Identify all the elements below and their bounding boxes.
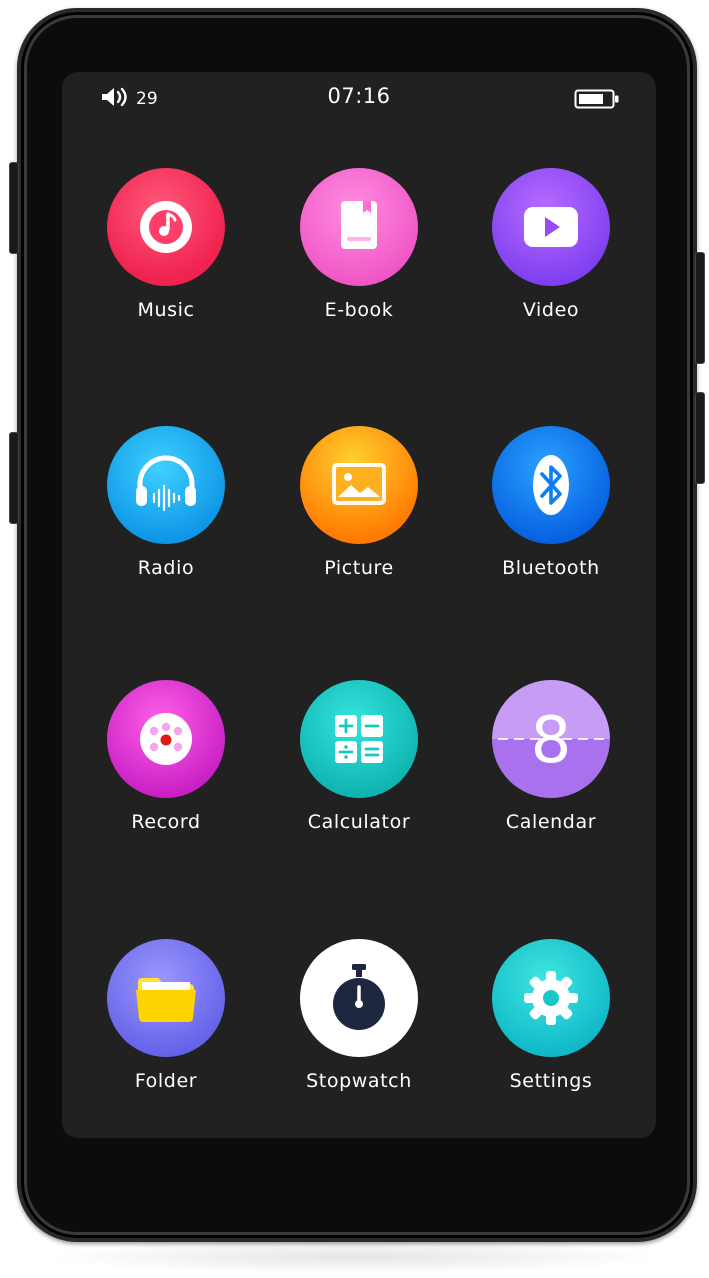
app-stopwatch[interactable]: Stopwatch [269, 939, 449, 1109]
music-note-icon [107, 168, 225, 286]
app-label-folder: Folder [134, 1070, 198, 1092]
app-bluetooth[interactable]: Bluetooth [461, 426, 641, 596]
folder-icon [107, 939, 225, 1057]
app-label-ebook: E-book [324, 299, 394, 321]
side-button-left-upper[interactable] [9, 162, 19, 254]
gear-icon [492, 939, 610, 1057]
app-settings[interactable]: Settings [461, 939, 641, 1109]
app-folder[interactable]: Folder [76, 939, 256, 1109]
side-button-right-upper[interactable] [695, 252, 705, 364]
side-button-right-lower[interactable] [695, 392, 705, 484]
app-music[interactable]: Music [76, 168, 256, 338]
book-icon [300, 168, 418, 286]
image-icon [300, 426, 418, 544]
app-picture[interactable]: Picture [269, 426, 449, 596]
app-ebook[interactable]: E-book [269, 168, 449, 338]
app-label-bluetooth: Bluetooth [502, 557, 600, 579]
headphones-icon [107, 426, 225, 544]
play-icon [492, 168, 610, 286]
app-label-settings: Settings [509, 1070, 593, 1092]
app-calendar[interactable]: 8 Calendar [461, 680, 641, 850]
app-label-radio: Radio [137, 557, 195, 579]
bluetooth-icon [492, 426, 610, 544]
home-screen: 29 07:16 Music E-book Video Radio Pictur… [62, 72, 656, 1138]
app-label-calendar: Calendar [505, 811, 597, 833]
calendar-icon: 8 [492, 680, 610, 798]
calendar-digit: 8 [531, 704, 572, 778]
app-calculator[interactable]: Calculator [269, 680, 449, 850]
app-radio[interactable]: Radio [76, 426, 256, 596]
app-record[interactable]: Record [76, 680, 256, 850]
app-label-music: Music [137, 299, 195, 321]
stopwatch-icon [300, 939, 418, 1057]
app-label-stopwatch: Stopwatch [306, 1070, 412, 1092]
app-video[interactable]: Video [461, 168, 641, 338]
device-reflection [40, 1240, 670, 1274]
app-grid: Music E-book Video Radio Picture Bluetoo… [62, 72, 656, 1138]
side-button-left-lower[interactable] [9, 432, 19, 524]
app-label-video: Video [522, 299, 580, 321]
calculator-icon [300, 680, 418, 798]
app-label-calculator: Calculator [307, 811, 411, 833]
app-label-picture: Picture [324, 557, 394, 579]
microphone-icon [107, 680, 225, 798]
app-label-record: Record [131, 811, 201, 833]
